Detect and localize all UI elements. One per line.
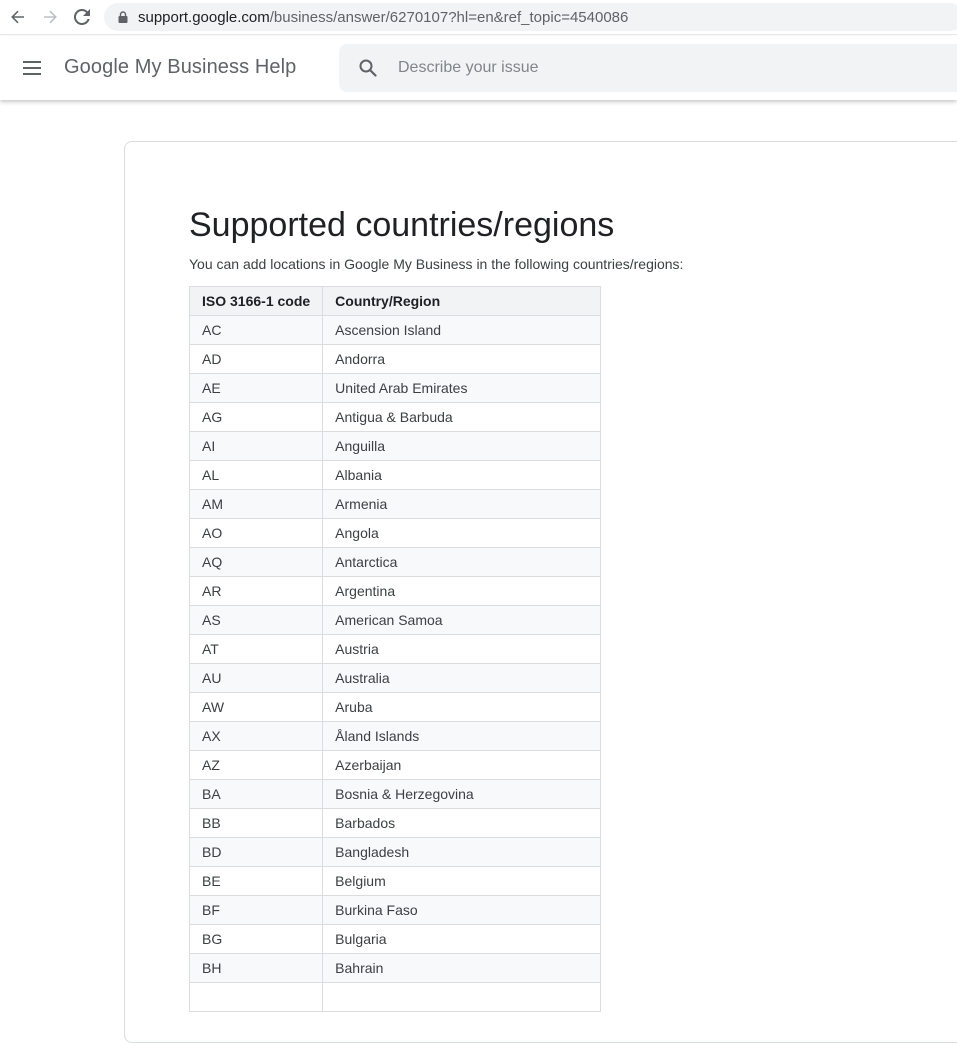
article-card: Supported countries/regions You can add … [124,141,957,1043]
table-row: AL Albania [188,460,602,490]
back-button[interactable] [2,0,34,34]
table-row: AG Antigua & Barbuda [188,402,602,432]
table-row: AE United Arab Emirates [188,373,602,403]
table-row: AT Austria [188,634,602,664]
cell-code: AW [188,692,324,722]
table-row: AX Åland Islands [188,721,602,751]
lock-icon[interactable] [116,10,130,24]
page-title: Supported countries/regions [189,206,615,244]
cell-country: Argentina [322,576,602,606]
cell-country: Azerbaijan [322,750,602,780]
cell-country: Antarctica [322,547,602,577]
table-row: AM Armenia [188,489,602,519]
cell-code: AL [188,460,324,490]
url-path: /business/answer/6270107?hl=en&ref_topic… [269,8,629,26]
cell-country: American Samoa [322,605,602,635]
help-header: Google My Business Help [0,36,957,100]
table-row: AW Aruba [188,692,602,722]
reload-button[interactable] [66,0,98,34]
cell-country: Åland Islands [322,721,602,751]
arrow-right-icon [44,10,57,24]
cell-code: AU [188,663,324,693]
cell-code: AZ [188,750,324,780]
cell-country: Belgium [322,866,602,896]
countries-table: ISO 3166-1 code Country/Region AC Ascensi… [188,286,602,1012]
table-row: AR Argentina [188,576,602,606]
cell-code: AE [188,373,324,403]
table-row: AD Andorra [188,344,602,374]
table-row: BG Bulgaria [188,924,602,954]
cell-country: Bosnia & Herzegovina [322,779,602,809]
cell-code: AT [188,634,324,664]
column-header-code: ISO 3166-1 code [188,286,324,316]
cell-country: Austria [322,634,602,664]
table-body: AC Ascension Island AD Andorra AE United Ar… [188,315,602,1012]
search-icon[interactable] [356,56,380,80]
search-box[interactable] [339,44,957,92]
cell-country: Australia [322,663,602,693]
cell-code: AO [188,518,324,548]
cell-code: AG [188,402,324,432]
cell-country: Ascension Island [322,315,602,345]
cell-country: United Arab Emirates [322,373,602,403]
cell-country: Armenia [322,489,602,519]
browser-toolbar: support.google.com/business/answer/62701… [0,0,957,35]
table-row: AU Australia [188,663,602,693]
address-bar[interactable]: support.google.com/business/answer/62701… [104,3,957,31]
arrow-left-icon [11,10,24,24]
main-menu-button[interactable] [20,56,44,80]
url-text: support.google.com/business/answer/62701… [138,9,628,26]
table-row: BE Belgium [188,866,602,896]
cell-code: BA [188,779,324,809]
cell-country: Bulgaria [322,924,602,954]
table-row: AC Ascension Island [188,315,602,345]
cell-country: Bangladesh [322,837,602,867]
cell-country: Bahrain [322,953,602,983]
cell-code: BG [188,924,324,954]
cell-code: BE [188,866,324,896]
column-header-country: Country/Region [322,286,602,316]
cell-code: AI [188,431,324,461]
cell-country: Albania [322,460,602,490]
hamburger-menu-icon [23,61,41,75]
cell-code: AX [188,721,324,751]
table-header-row: ISO 3166-1 code Country/Region [188,286,602,316]
forward-button[interactable] [34,0,66,34]
cell-country: Anguilla [322,431,602,461]
table-row: AS American Samoa [188,605,602,635]
cell-code: AQ [188,547,324,577]
table-row: AO Angola [188,518,602,548]
article-intro: You can add locations in Google My Busin… [189,256,684,272]
table-row: BD Bangladesh [188,837,602,867]
cell-country: Antigua & Barbuda [322,402,602,432]
cell-code: BF [188,895,324,925]
cell-code: AM [188,489,324,519]
table-row: AZ Azerbaijan [188,750,602,780]
cell-country: Aruba [322,692,602,722]
cell-code: AR [188,576,324,606]
cell-code: AC [188,315,324,345]
search-input[interactable] [396,58,900,78]
cell-country: Andorra [322,344,602,374]
cell-code: AD [188,344,324,374]
cell-code: BB [188,808,324,838]
table-row: BA Bosnia & Herzegovina [188,779,602,809]
cell-code: BH [188,953,324,983]
table-row: BB Barbados [188,808,602,838]
url-host: support.google.com [138,8,270,26]
reload-icon [74,9,90,25]
table-row: AQ Antarctica [188,547,602,577]
cell-code: AS [188,605,324,635]
cell-code: BD [188,837,324,867]
table-row: BH Bahrain [188,953,602,983]
table-row: AI Anguilla [188,431,602,461]
cell-country: Barbados [322,808,602,838]
cell-country: Angola [322,518,602,548]
product-title[interactable]: Google My Business Help [64,56,296,79]
cell-country: Burkina Faso [322,895,602,925]
table-row: BF Burkina Faso [188,895,602,925]
